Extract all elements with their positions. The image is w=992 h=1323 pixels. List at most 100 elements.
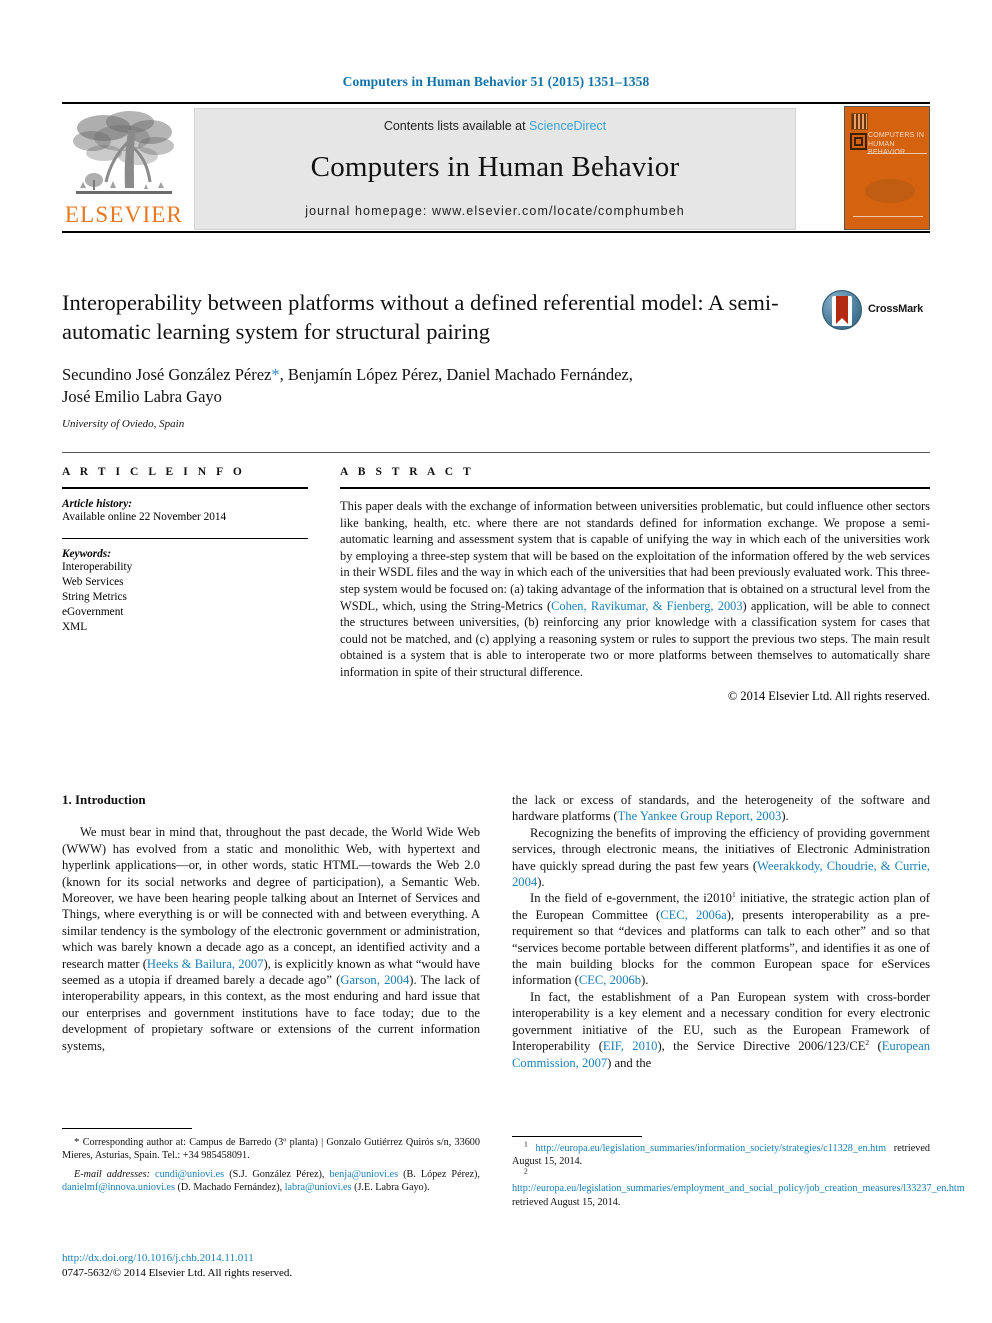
footnote-right-block: 1 http://europa.eu/legislation_summaries… xyxy=(512,1139,965,1209)
email-link-2[interactable]: benja@uniovi.es xyxy=(330,1169,399,1180)
footnote-url-1[interactable]: http://europa.eu/legislation_summaries/i… xyxy=(536,1143,886,1154)
footnote-number-1: 1 xyxy=(524,1139,528,1149)
citation-garson[interactable]: Garson, 2004 xyxy=(340,973,409,987)
elsevier-wordmark: ELSEVIER xyxy=(64,202,184,227)
intro-paragraph-right-1: the lack or excess of standards, and the… xyxy=(512,792,930,825)
citation-heeks[interactable]: Heeks & Bailura, 2007 xyxy=(147,957,264,971)
intro-paragraph-right-2: Recognizing the benefits of improving th… xyxy=(512,825,930,891)
abstract-copyright: © 2014 Elsevier Ltd. All rights reserved… xyxy=(727,688,930,703)
footnote-1: 1 http://europa.eu/legislation_summaries… xyxy=(512,1139,930,1169)
paper-page: Computers in Human Behavior 51 (2015) 13… xyxy=(0,0,992,1323)
article-info-rule xyxy=(62,487,308,489)
keywords-list: Interoperability Web Services String Met… xyxy=(62,560,308,635)
intro-paragraph-right-4: In fact, the establishment of a Pan Euro… xyxy=(512,989,930,1071)
citation-yankee[interactable]: The Yankee Group Report, 2003 xyxy=(618,809,782,823)
article-info-column: A R T I C L E I N F O Article history: A… xyxy=(62,466,308,635)
keyword-item: String Metrics xyxy=(62,591,127,603)
email-addresses-label: E-mail addresses: xyxy=(74,1168,150,1180)
right-p4-d: ) and the xyxy=(607,1055,652,1070)
article-history-label: Article history: xyxy=(62,498,132,510)
footnote-rule-right xyxy=(512,1136,642,1137)
cover-graphic xyxy=(865,179,915,203)
author-list: Secundino José González Pérez*, Benjamín… xyxy=(62,364,842,408)
doi-link[interactable]: http://dx.doi.org/10.1016/j.chb.2014.11.… xyxy=(62,1251,480,1266)
article-history-value: Available online 22 November 2014 xyxy=(62,511,227,523)
email-link-1[interactable]: cundi@uniovi.es xyxy=(155,1169,224,1180)
intro-paragraph-left: We must bear in mind that, throughout th… xyxy=(62,824,480,1054)
cover-divider-bottom xyxy=(853,216,923,217)
abstract-citation-link[interactable]: Cohen, Ravikumar, & Fienberg, 2003 xyxy=(551,599,742,613)
abstract-rule xyxy=(340,487,930,489)
intro-paragraph-right-3: In the field of e-government, the i20101… xyxy=(512,890,930,988)
abstract-separator-rule xyxy=(62,452,930,453)
corresponding-author-note: * Corresponding author at: Campus de Bar… xyxy=(62,1136,480,1163)
doi-block: http://dx.doi.org/10.1016/j.chb.2014.11.… xyxy=(62,1251,480,1280)
contents-lists-line: Contents lists available at ScienceDirec… xyxy=(195,119,795,133)
authors-rest: , Benjamín López Pérez, Daniel Machado F… xyxy=(279,365,633,384)
footnote-url-2[interactable]: http://europa.eu/legislation_summaries/e… xyxy=(512,1183,965,1194)
running-head: Computers in Human Behavior 51 (2015) 13… xyxy=(342,74,650,89)
author-primary: Secundino José González Pérez xyxy=(62,365,272,384)
journal-banner: Contents lists available at ScienceDirec… xyxy=(194,108,796,230)
abstract-column: A B S T R A C T This paper deals with th… xyxy=(340,466,930,704)
citation-cec-2006a[interactable]: CEC, 2006a xyxy=(660,908,727,922)
footnote-2: 2 http://europa.eu/legislation_summaries… xyxy=(512,1166,965,1209)
body-right-column: the lack or excess of standards, and the… xyxy=(512,792,930,1071)
email-addresses-note: E-mail addresses: cundi@uniovi.es (S.J. … xyxy=(62,1168,480,1195)
email-link-4[interactable]: labra@uniovi.es xyxy=(285,1182,352,1193)
keyword-item: Interoperability xyxy=(62,561,133,573)
affiliation: University of Oviedo, Spain xyxy=(62,418,185,430)
page-title: Interoperability between platforms witho… xyxy=(62,290,779,344)
article-info-heading: A R T I C L E I N F O xyxy=(62,466,246,478)
journal-title: Computers in Human Behavior xyxy=(310,151,680,183)
keyword-item: eGovernment xyxy=(62,606,124,618)
keyword-item: XML xyxy=(62,621,88,633)
keywords-label: Keywords: xyxy=(62,548,111,560)
section-title-introduction: 1. Introduction xyxy=(62,792,146,807)
right-p4-c: ( xyxy=(869,1039,882,1054)
abstract-text: This paper deals with the exchange of in… xyxy=(340,498,930,681)
journal-header: ELSEVIER Contents lists available at Sci… xyxy=(62,102,930,233)
abstract-part-1: This paper deals with the exchange of in… xyxy=(340,499,930,613)
header-bottom-rule xyxy=(62,231,930,233)
email-owner-1: (S.J. González Pérez), xyxy=(224,1168,330,1180)
crossmark-circle-icon xyxy=(822,290,862,330)
right-p2-b: ). xyxy=(537,875,545,890)
contents-prefix: Contents lists available at xyxy=(383,119,530,133)
right-p1-b: ). xyxy=(781,809,789,824)
crossmark-label: CrossMark xyxy=(868,303,924,315)
citation-cec-2006b[interactable]: CEC, 2006b xyxy=(579,973,641,987)
footnote-retrieved-2: retrieved August 15, 2014. xyxy=(512,1196,621,1208)
body-left-column: 1. Introduction We must bear in mind tha… xyxy=(62,792,480,1054)
elsevier-logo: ELSEVIER xyxy=(64,108,184,230)
keywords-divider xyxy=(62,538,308,539)
crossmark-bookmark-icon xyxy=(836,296,848,324)
citation-eif[interactable]: EIF, 2010 xyxy=(603,1039,658,1053)
cover-divider-top xyxy=(867,153,927,154)
corresponding-author-marker: * xyxy=(271,365,280,384)
email-owner-3: (D. Machado Fernández), xyxy=(174,1182,285,1194)
footnote-left-block: * Corresponding author at: Campus de Bar… xyxy=(62,1136,480,1195)
issn-copyright-line: 0747-5632/© 2014 Elsevier Ltd. All right… xyxy=(62,1266,293,1279)
author-last-line: José Emilio Labra Gayo xyxy=(62,387,222,406)
publisher-mark-icon xyxy=(850,133,867,150)
corresponding-author-text: Corresponding author at: Campus de Barre… xyxy=(62,1137,480,1162)
header-top-rule xyxy=(62,102,930,104)
abstract-heading: A B S T R A C T xyxy=(340,466,475,478)
journal-homepage-line[interactable]: journal homepage: www.elsevier.com/locat… xyxy=(195,204,795,218)
sciencedirect-link[interactable]: ScienceDirect xyxy=(529,119,606,133)
title-block: Interoperability between platforms witho… xyxy=(62,288,930,430)
qr-code-icon xyxy=(851,113,868,130)
right-p4-b: ), the Service Directive 2006/123/CE xyxy=(657,1039,866,1054)
intro-left-a: We must bear in mind that, throughout th… xyxy=(62,825,480,971)
journal-cover-thumbnail: COMPUTERS IN HUMAN BEHAVIOR xyxy=(844,106,930,230)
right-p3-a: In the field of e-government, the i2010 xyxy=(530,891,732,906)
email-owner-4: (J.E. Labra Gayo). xyxy=(351,1182,430,1194)
footnote-number-2: 2 xyxy=(524,1166,528,1176)
crossmark-badge[interactable]: CrossMark xyxy=(822,290,930,330)
email-link-3[interactable]: danielmf@innova.uniovi.es xyxy=(62,1182,175,1193)
right-p3-d: ). xyxy=(641,973,649,988)
elsevier-tree-icon xyxy=(73,111,174,194)
email-owner-2: (B. López Pérez), xyxy=(398,1168,480,1180)
keyword-item: Web Services xyxy=(62,576,124,588)
